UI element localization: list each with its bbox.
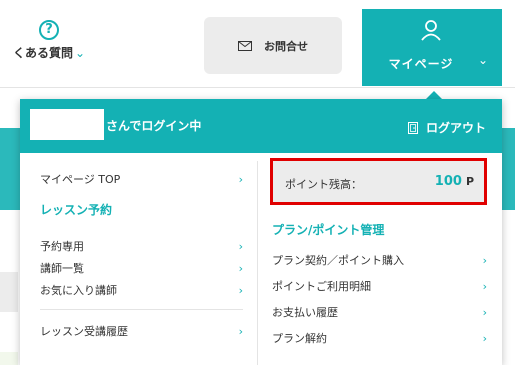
balance-label: ポイント残高：	[285, 178, 362, 191]
right-menu-column: プラン/ポイント管理 プラン契約／ポイント購入 › ポイントご利用明細 › お支…	[272, 221, 487, 347]
chevron-right-icon: ›	[238, 239, 243, 253]
chevron-right-icon: ›	[482, 253, 487, 267]
username-masked	[30, 109, 104, 140]
balance-unit: P	[465, 175, 474, 188]
mypage-dropdown: さんでログイン中 ログアウト マイページ TOP › レッスン予約 予約専用 ›…	[20, 99, 502, 365]
background-panel	[0, 272, 18, 312]
help-circle-icon: ?	[39, 20, 59, 40]
balance-amount: 100	[434, 174, 462, 189]
left-menu-column: マイページ TOP › レッスン予約 予約専用 › 講師一覧 › お気に入り講師…	[40, 169, 243, 340]
chevron-down-icon: ⌄	[478, 53, 489, 67]
chevron-right-icon: ›	[482, 279, 487, 293]
menu-item-lesson-history[interactable]: レッスン受講履歴 ›	[40, 322, 243, 340]
contact-label: お問合せ	[264, 39, 308, 53]
logout-label: ログアウト	[425, 121, 486, 135]
dropdown-caret	[426, 91, 442, 99]
menu-item-label: プラン契約／ポイント購入	[272, 254, 404, 267]
mypage-button[interactable]: マイページ ⌄	[362, 9, 502, 86]
chevron-right-icon: ›	[238, 261, 243, 275]
chevron-right-icon: ›	[238, 324, 243, 338]
section-title-lesson: レッスン予約	[40, 203, 113, 217]
menu-item-plan-contract[interactable]: プラン契約／ポイント購入 ›	[272, 251, 487, 269]
column-divider	[257, 161, 258, 365]
divider	[40, 309, 243, 310]
section-title-plan: プラン/ポイント管理	[272, 223, 385, 237]
menu-item-favorite-teachers[interactable]: お気に入り講師 ›	[40, 281, 243, 299]
menu-item-teachers[interactable]: 講師一覧 ›	[40, 259, 243, 277]
faq-label: くある質問	[12, 46, 73, 60]
chevron-right-icon: ›	[238, 283, 243, 297]
balance-value: 100 P	[435, 174, 474, 189]
contact-button[interactable]: お問合せ	[204, 17, 342, 74]
menu-item-label: プラン解約	[272, 332, 327, 345]
chevron-right-icon: ›	[482, 331, 487, 345]
mypage-label: マイページ	[388, 57, 454, 71]
person-icon	[421, 20, 441, 41]
menu-item-label: ポイントご利用明細	[272, 280, 371, 293]
login-status: さんでログイン中	[106, 119, 202, 133]
menu-item-label: お気に入り講師	[40, 284, 117, 297]
menu-item-label: 講師一覧	[40, 262, 84, 275]
dropdown-header: さんでログイン中 ログアウト	[20, 99, 502, 153]
faq-link[interactable]: ? くある質問 ⌄	[0, 14, 98, 74]
menu-item-label: マイページ TOP	[40, 173, 121, 186]
logout-button[interactable]: ログアウト	[407, 119, 486, 136]
menu-item-label: 予約専用	[40, 240, 84, 253]
site-header: ? くある質問 ⌄ お問合せ マイページ ⌄	[0, 0, 515, 88]
menu-item-point-statement[interactable]: ポイントご利用明細 ›	[272, 277, 487, 295]
chevron-down-icon: ⌄	[74, 46, 86, 60]
background-panel	[0, 352, 18, 365]
chevron-right-icon: ›	[482, 305, 487, 319]
logout-door-icon	[407, 121, 418, 134]
menu-item-reservation[interactable]: 予約専用 ›	[40, 237, 243, 255]
menu-item-label: お支払い履歴	[272, 306, 338, 319]
menu-item-plan-cancel[interactable]: プラン解約 ›	[272, 329, 487, 347]
menu-item-mypage-top[interactable]: マイページ TOP ›	[40, 169, 243, 189]
chevron-right-icon: ›	[238, 172, 243, 186]
menu-item-payment-history[interactable]: お支払い履歴 ›	[272, 303, 487, 321]
mail-icon	[238, 40, 252, 51]
menu-item-label: レッスン受講履歴	[40, 325, 128, 338]
point-balance: ポイント残高： 100 P	[270, 158, 487, 205]
